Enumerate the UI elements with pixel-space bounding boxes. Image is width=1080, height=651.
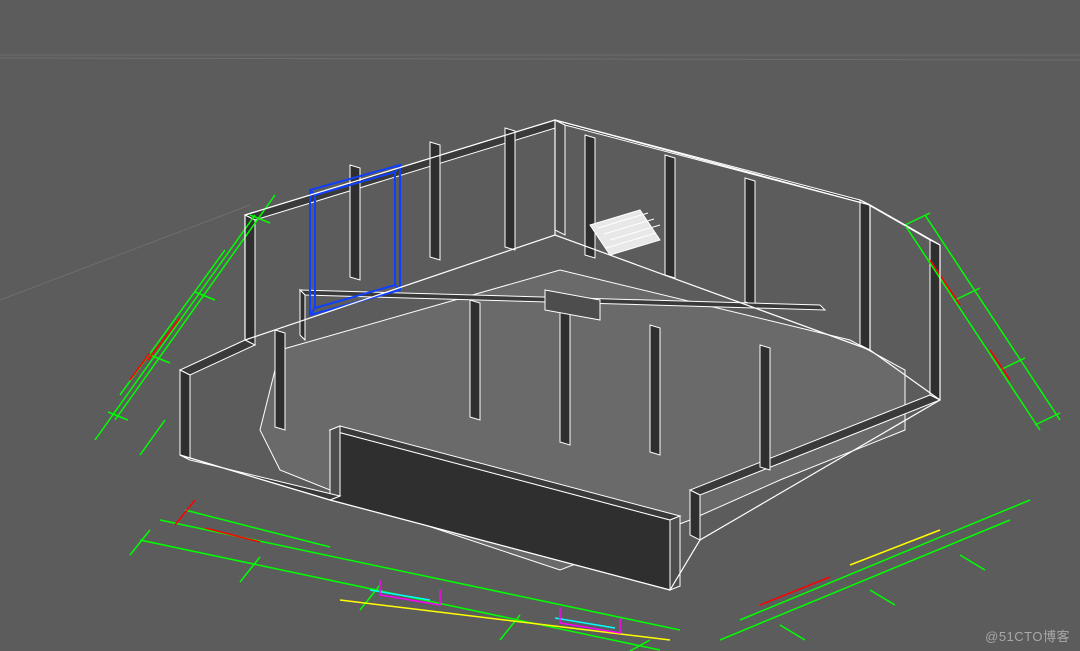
- ground-grid: [0, 55, 1080, 300]
- scene-svg: .edge{stroke:#ffffff;stroke-width:1.2;fi…: [0, 0, 1080, 651]
- stair-object: [590, 210, 660, 255]
- watermark-text: @51CTO博客: [985, 626, 1070, 645]
- cad-3d-viewport[interactable]: .edge{stroke:#ffffff;stroke-width:1.2;fi…: [0, 0, 1080, 651]
